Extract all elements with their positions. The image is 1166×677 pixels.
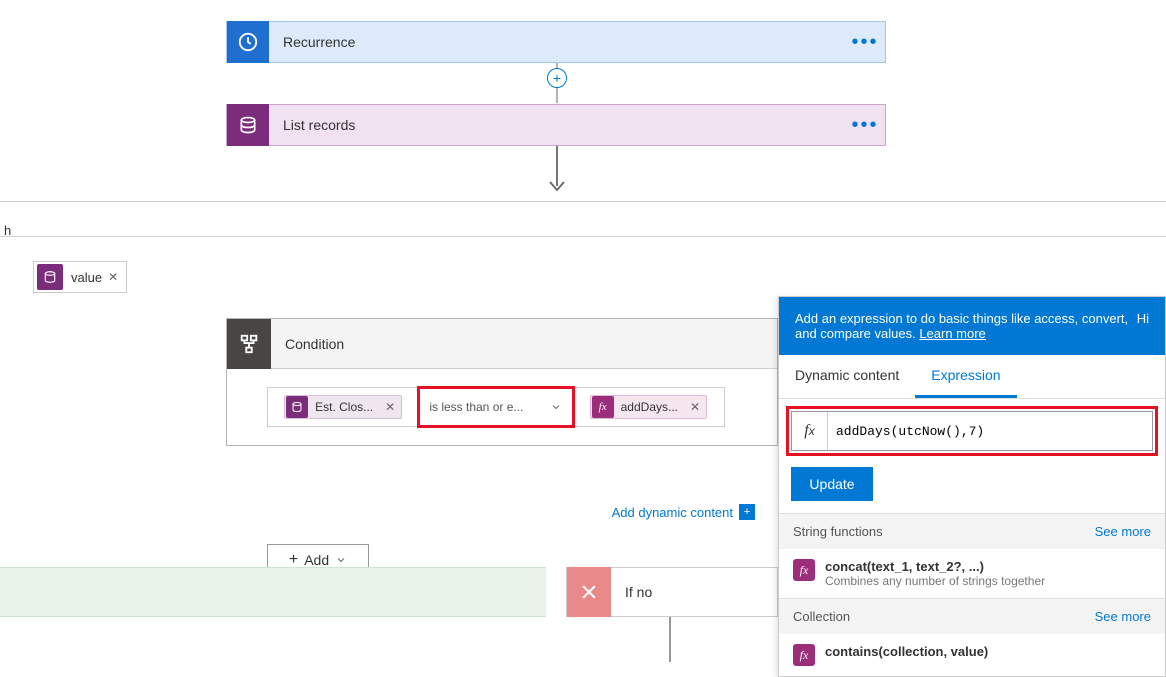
learn-more-link[interactable]: Learn more: [919, 326, 985, 341]
function-item-contains[interactable]: fx contains(collection, value): [779, 634, 1165, 676]
recurrence-title: Recurrence: [269, 34, 845, 50]
function-item-concat[interactable]: fx concat(text_1, text_2?, ...) Combines…: [779, 549, 1165, 598]
tab-dynamic-content[interactable]: Dynamic content: [779, 355, 915, 398]
section-collection: Collection See more: [779, 598, 1165, 634]
expression-tabs: Dynamic content Expression: [779, 355, 1165, 399]
hide-button[interactable]: Hi: [1137, 311, 1149, 341]
tab-expression[interactable]: Expression: [915, 355, 1016, 398]
fx-icon: fx: [592, 396, 614, 418]
if-no-branch[interactable]: If no: [566, 567, 778, 617]
condition-title: Condition: [271, 336, 344, 352]
dynamic-token-est-close[interactable]: Est. Clos... ✕: [284, 395, 402, 419]
function-title: contains(collection, value): [825, 644, 988, 659]
condition-header[interactable]: Condition: [227, 319, 777, 369]
chevron-down-icon: [550, 401, 562, 413]
see-more-link[interactable]: See more: [1095, 609, 1151, 624]
branch-icon: [227, 319, 271, 369]
token-label: Est. Clos...: [309, 400, 379, 414]
database-icon: [227, 104, 269, 146]
chevron-down-icon: [335, 554, 347, 566]
operator-label: is less than or e...: [429, 400, 523, 414]
fx-icon: fx: [793, 644, 815, 666]
clock-icon: [227, 21, 269, 63]
connector-line: [669, 617, 671, 662]
add-button-label: Add: [304, 552, 329, 568]
arrow-down-icon: [548, 146, 568, 196]
foreach-header: [0, 201, 1166, 237]
section-title: Collection: [793, 609, 850, 624]
database-icon: [286, 396, 308, 418]
list-records-step[interactable]: List records •••: [226, 104, 886, 146]
condition-row: Est. Clos... ✕ is less than or e... fx a…: [267, 387, 725, 427]
fx-icon: fx: [792, 412, 828, 450]
close-icon: [567, 567, 611, 617]
section-string-functions: String functions See more: [779, 513, 1165, 549]
remove-token-icon[interactable]: ✕: [108, 270, 118, 284]
token-label: value: [71, 270, 102, 285]
add-step-button[interactable]: +: [547, 68, 567, 88]
foreach-input-token[interactable]: value ✕: [33, 261, 127, 293]
plus-icon: +: [739, 504, 755, 520]
expression-input-row: fx: [791, 411, 1153, 451]
recurrence-step[interactable]: Recurrence •••: [226, 21, 886, 63]
if-yes-branch[interactable]: [0, 567, 546, 617]
expression-input[interactable]: [828, 412, 1152, 450]
add-dynamic-content-label: Add dynamic content: [612, 505, 733, 520]
expression-panel: Add an expression to do basic things lik…: [778, 296, 1166, 677]
update-button[interactable]: Update: [791, 467, 873, 501]
if-no-label: If no: [611, 584, 652, 600]
function-title: concat(text_1, text_2?, ...): [825, 559, 1045, 574]
token-label: addDays...: [615, 400, 684, 414]
remove-token-icon[interactable]: ✕: [379, 400, 401, 414]
condition-right-operand[interactable]: fx addDays... ✕: [573, 388, 724, 426]
expression-banner: Add an expression to do basic things lik…: [779, 297, 1165, 355]
add-dynamic-content-link[interactable]: Add dynamic content +: [612, 504, 755, 520]
remove-token-icon[interactable]: ✕: [684, 400, 706, 414]
function-desc: Combines any number of strings together: [825, 574, 1045, 588]
condition-operator-dropdown[interactable]: is less than or e...: [419, 388, 572, 426]
foreach-label: h: [4, 223, 11, 238]
condition-left-operand[interactable]: Est. Clos... ✕: [268, 388, 419, 426]
list-records-title: List records: [269, 117, 845, 133]
expression-token-adddays[interactable]: fx addDays... ✕: [590, 395, 707, 419]
section-title: String functions: [793, 524, 883, 539]
fx-icon: fx: [793, 559, 815, 581]
see-more-link[interactable]: See more: [1095, 524, 1151, 539]
condition-card: Condition Est. Clos... ✕ is less than or…: [226, 318, 778, 446]
database-icon: [37, 264, 63, 290]
